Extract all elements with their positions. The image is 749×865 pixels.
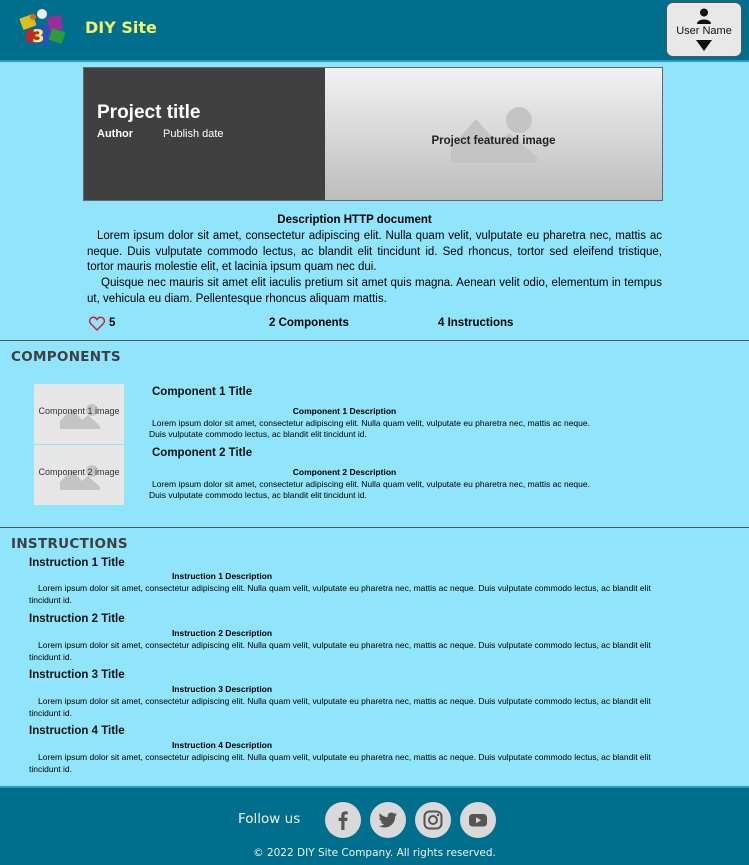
description-paragraph: Lorem ipsum dolor sit amet, consectetur … bbox=[87, 230, 662, 274]
instruction-description: Lorem ipsum dolor sit amet, consectetur … bbox=[29, 640, 651, 662]
instagram-icon bbox=[423, 810, 443, 830]
component-title: Component 2 Title bbox=[152, 447, 253, 459]
component-title: Component 1 Title bbox=[152, 386, 253, 398]
section-divider bbox=[0, 340, 749, 341]
instruction-description: Lorem ipsum dolor sit amet, consectetur … bbox=[29, 696, 651, 718]
instructions-count[interactable]: 4 Instructions bbox=[438, 317, 513, 329]
project-title: Project title bbox=[97, 102, 201, 123]
heart-icon[interactable] bbox=[89, 316, 105, 331]
instruction-title: Instruction 1 Title bbox=[29, 557, 125, 569]
twitter-link[interactable] bbox=[370, 802, 406, 838]
site-header: 3 DIY Site User Name bbox=[0, 0, 749, 62]
twitter-icon bbox=[378, 812, 397, 828]
project-stats: 5 2 Components 4 Instructions bbox=[0, 316, 749, 332]
likes-count: 5 bbox=[109, 317, 116, 329]
components-count[interactable]: 2 Components bbox=[269, 317, 349, 329]
dropdown-arrow-icon bbox=[696, 40, 712, 51]
component-description-title: Component 2 Description bbox=[292, 467, 397, 477]
facebook-link[interactable] bbox=[325, 802, 361, 838]
instruction-title: Instruction 2 Title bbox=[29, 613, 125, 625]
project-featured-image: Project featured image bbox=[325, 68, 662, 200]
copyright-text: © 2022 DIY Site Company. All rights rese… bbox=[253, 847, 496, 859]
description-title: Description HTTP document bbox=[277, 214, 432, 226]
component-description-title: Component 1 Description bbox=[292, 406, 397, 416]
image-placeholder-icon bbox=[451, 107, 537, 163]
component-image-label: Component 1 image bbox=[38, 406, 120, 416]
project-hero: Project title Author Publish date Projec… bbox=[83, 67, 663, 201]
instruction-title: Instruction 4 Title bbox=[29, 725, 125, 737]
project-publish-date: Publish date bbox=[163, 128, 224, 140]
project-info-panel: Project title Author Publish date bbox=[84, 68, 325, 200]
component-image: Component 2 image bbox=[34, 445, 124, 505]
facebook-icon bbox=[338, 811, 348, 830]
user-icon bbox=[697, 8, 711, 24]
component-image-label: Component 2 image bbox=[38, 467, 120, 477]
instruction-description: Lorem ipsum dolor sit amet, consectetur … bbox=[29, 583, 651, 605]
user-name-label: User Name bbox=[676, 25, 732, 37]
user-menu-button[interactable]: User Name bbox=[666, 2, 742, 57]
description-paragraph: Quisque nec mauris sit amet elit iaculis… bbox=[87, 277, 662, 305]
instruction-description-title: Instruction 4 Description bbox=[171, 740, 273, 750]
svg-text:3: 3 bbox=[32, 26, 45, 47]
youtube-link[interactable] bbox=[460, 802, 496, 838]
component-description: Lorem ipsum dolor sit amet, consectetur … bbox=[149, 479, 590, 500]
instructions-heading: INSTRUCTIONS bbox=[11, 536, 128, 552]
site-logo-icon[interactable]: 3 bbox=[18, 6, 70, 50]
instruction-title: Instruction 3 Title bbox=[29, 669, 125, 681]
component-description: Lorem ipsum dolor sit amet, consectetur … bbox=[149, 418, 590, 439]
site-name[interactable]: DIY Site bbox=[85, 18, 157, 37]
instagram-link[interactable] bbox=[415, 802, 451, 838]
youtube-icon bbox=[469, 814, 487, 827]
site-footer: Follow us © 2022 DIY Site Company. All r… bbox=[0, 786, 749, 865]
instruction-description-title: Instruction 3 Description bbox=[171, 684, 273, 694]
section-divider bbox=[0, 527, 749, 528]
components-heading: COMPONENTS bbox=[11, 349, 121, 365]
instruction-description-title: Instruction 1 Description bbox=[171, 571, 273, 581]
component-image: Component 1 image bbox=[34, 384, 124, 444]
instruction-description: Lorem ipsum dolor sit amet, consectetur … bbox=[29, 752, 651, 774]
follow-us-label: Follow us bbox=[238, 811, 301, 827]
featured-image-label: Project featured image bbox=[431, 135, 556, 147]
project-author[interactable]: Author bbox=[97, 128, 133, 140]
instruction-description-title: Instruction 2 Description bbox=[171, 628, 273, 638]
